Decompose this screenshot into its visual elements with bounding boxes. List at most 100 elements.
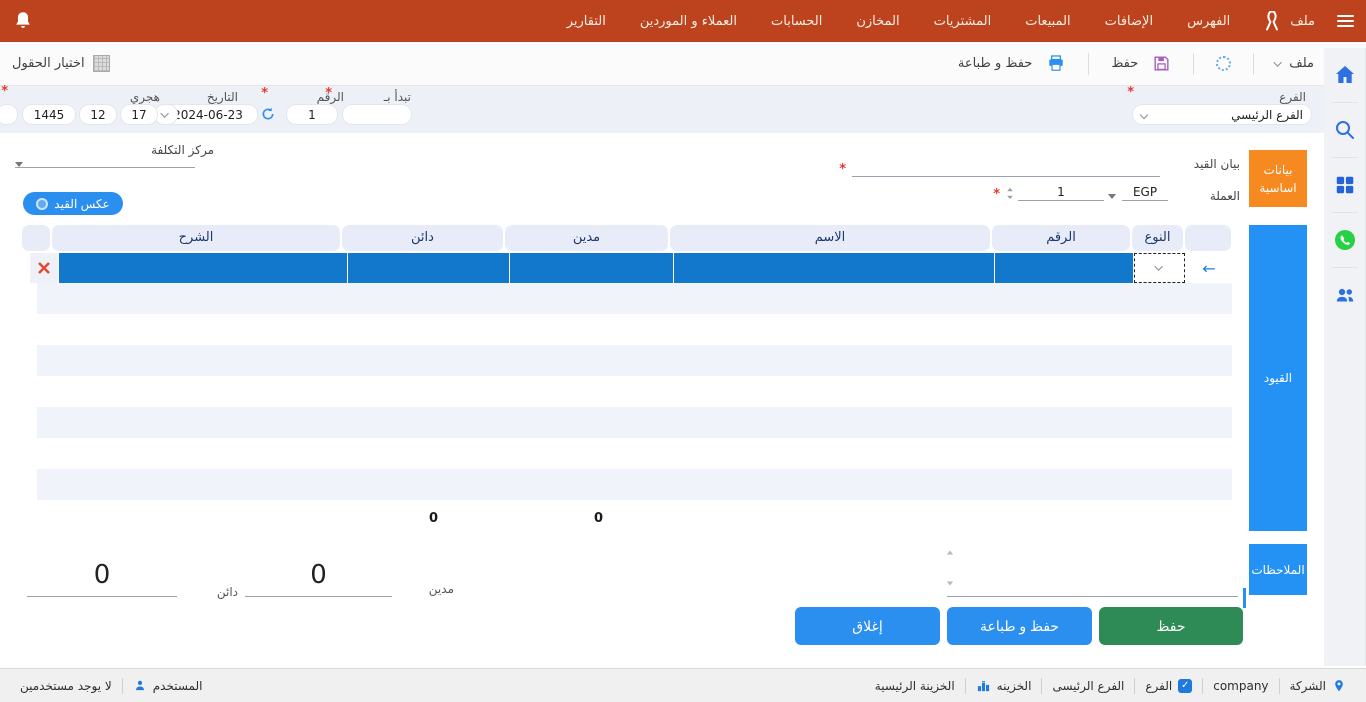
hijri-required-mark: * bbox=[1, 84, 8, 99]
row-description-cell[interactable] bbox=[59, 253, 347, 283]
header-type[interactable]: النوع bbox=[1132, 225, 1183, 251]
menu-index[interactable]: الفهرس bbox=[1187, 14, 1230, 29]
currency-rate-value: 1 bbox=[1057, 185, 1065, 199]
menu-warehouses[interactable]: المخازن bbox=[856, 14, 899, 29]
branch-select[interactable]: الفرع الرئيسي bbox=[1132, 104, 1312, 125]
ribbon-icon bbox=[1264, 11, 1280, 31]
footer-credit-underline bbox=[27, 577, 177, 597]
date-value: 2024-06-23 bbox=[167, 108, 249, 122]
hijri-year-input[interactable]: 1445 bbox=[22, 104, 76, 125]
menu-sales[interactable]: المبيعات bbox=[1025, 14, 1070, 29]
cost-center-dropdown-caret[interactable] bbox=[15, 162, 23, 167]
toolbar-divider bbox=[1088, 53, 1089, 75]
row-type-dropdown[interactable] bbox=[1134, 253, 1185, 283]
rail-divider bbox=[1332, 267, 1358, 268]
refresh-number-icon[interactable] bbox=[260, 106, 276, 122]
status-divider bbox=[1041, 678, 1042, 694]
menu-reports[interactable]: التقارير bbox=[567, 14, 606, 29]
footer-credit-label: دائن bbox=[217, 585, 238, 599]
right-icon-sidebar bbox=[1324, 48, 1366, 666]
tab-notes[interactable]: الملاحظات bbox=[1249, 544, 1307, 595]
tab-basic-data[interactable]: بيانات اساسية bbox=[1249, 150, 1307, 207]
table-empty-row bbox=[37, 469, 1232, 500]
menu-purchases[interactable]: المشتريات bbox=[934, 14, 992, 29]
choose-fields-button[interactable]: اختيار الحقول bbox=[12, 56, 85, 71]
home-icon[interactable] bbox=[1332, 62, 1358, 88]
delete-x-icon bbox=[37, 261, 51, 275]
menu-clients-suppliers[interactable]: العملاء و الموردين bbox=[640, 14, 737, 29]
selected-table-row[interactable]: ← bbox=[30, 253, 1232, 283]
currency-dropdown-caret[interactable] bbox=[1108, 194, 1116, 199]
chevron-down-icon bbox=[160, 109, 168, 117]
save-icon[interactable] bbox=[1152, 54, 1171, 73]
save-button[interactable]: حفظ bbox=[1111, 56, 1138, 71]
top-menu-bar: ملف الفهرس الإضافات المبيعات المشتريات ا… bbox=[0, 0, 1366, 42]
hijri-month-input[interactable]: 12 bbox=[79, 104, 117, 125]
hamburger-menu-icon[interactable] bbox=[1337, 15, 1354, 27]
status-user[interactable]: المستخدم bbox=[123, 678, 213, 693]
status-company-value: company bbox=[1203, 679, 1278, 693]
save-print-button[interactable]: حفظ و طباعة bbox=[958, 56, 1032, 71]
status-treasury[interactable]: الخزينه bbox=[966, 678, 1042, 693]
hijri-year-value: 1445 bbox=[31, 108, 67, 122]
user-icon bbox=[133, 678, 147, 693]
status-bar: الشركة company ✓ الفرع الفرع الرئيسى الخ… bbox=[0, 668, 1366, 702]
menu-accounts[interactable]: الحسابات bbox=[771, 14, 822, 29]
table-empty-row bbox=[37, 407, 1232, 438]
location-pin-icon bbox=[1332, 678, 1346, 694]
reverse-entry-icon bbox=[36, 198, 48, 210]
hijri-month-value: 12 bbox=[88, 108, 108, 122]
entry-statement-input[interactable] bbox=[852, 158, 1160, 177]
debit-column-total: 0 bbox=[594, 511, 603, 526]
header-debit[interactable]: مدين bbox=[505, 225, 668, 251]
status-divider bbox=[1134, 678, 1135, 694]
users-icon[interactable] bbox=[1332, 282, 1358, 308]
branch-label: الفرع bbox=[1279, 90, 1306, 104]
row-debit-cell[interactable] bbox=[510, 253, 673, 283]
rail-divider bbox=[1332, 102, 1358, 103]
cost-center-select[interactable] bbox=[15, 150, 195, 168]
toolbar-divider bbox=[1193, 53, 1194, 75]
chevron-down-icon bbox=[1274, 58, 1282, 66]
menu-addons[interactable]: الإضافات bbox=[1105, 14, 1153, 29]
header-credit[interactable]: دائن bbox=[342, 225, 503, 251]
row-number-cell[interactable] bbox=[995, 253, 1133, 283]
footer-debit-underline bbox=[245, 577, 392, 597]
notes-input[interactable] bbox=[947, 577, 1238, 597]
status-user-value: لا يوجد مستخدمين bbox=[10, 679, 122, 693]
choose-fields-icon bbox=[93, 55, 110, 72]
apps-grid-icon[interactable] bbox=[1332, 172, 1358, 198]
status-treasury-value: الخزينة الرئيسية bbox=[865, 679, 965, 693]
notifications-bell-icon[interactable] bbox=[12, 9, 34, 33]
row-delete-button[interactable] bbox=[30, 253, 58, 283]
table-header-row: النوع الرقم الاسم مدين دائن الشرح bbox=[21, 225, 1232, 253]
save-print-footer-button[interactable]: حفظ و طباعة bbox=[947, 607, 1092, 645]
menu-file[interactable]: ملف bbox=[1290, 14, 1315, 29]
currency-select[interactable]: EGP bbox=[1122, 185, 1168, 201]
reverse-entry-button[interactable]: عكس القيد bbox=[23, 192, 123, 215]
header-number[interactable]: الرقم bbox=[992, 225, 1130, 251]
hijri-day-input[interactable]: 17 bbox=[120, 104, 158, 125]
header-description[interactable]: الشرح bbox=[52, 225, 340, 251]
table-empty-row bbox=[37, 283, 1232, 314]
search-icon[interactable] bbox=[1332, 117, 1358, 143]
row-credit-cell[interactable] bbox=[348, 253, 509, 283]
currency-rate-input[interactable]: 1 bbox=[1018, 185, 1104, 201]
number-input[interactable]: 1 bbox=[286, 104, 338, 125]
currency-rate-stepper[interactable] bbox=[1006, 187, 1014, 200]
save-footer-button[interactable]: حفظ bbox=[1099, 607, 1243, 645]
close-footer-button[interactable]: إغلاق bbox=[795, 607, 940, 645]
whatsapp-icon[interactable] bbox=[1332, 227, 1358, 253]
header-name[interactable]: الاسم bbox=[670, 225, 990, 251]
starts-with-input[interactable] bbox=[342, 104, 412, 125]
table-empty-row bbox=[37, 345, 1232, 376]
row-name-cell[interactable] bbox=[674, 253, 994, 283]
status-branch-value: الفرع الرئيسى bbox=[1042, 679, 1134, 693]
tab-entries[interactable]: القيود bbox=[1249, 225, 1307, 531]
file-dropdown[interactable]: ملف bbox=[1276, 56, 1314, 71]
date-required-mark: * bbox=[261, 86, 268, 101]
status-divider bbox=[965, 678, 966, 694]
status-branch[interactable]: ✓ الفرع bbox=[1135, 679, 1202, 693]
rail-divider bbox=[1332, 212, 1358, 213]
row-arrow-icon: ← bbox=[1202, 259, 1215, 278]
